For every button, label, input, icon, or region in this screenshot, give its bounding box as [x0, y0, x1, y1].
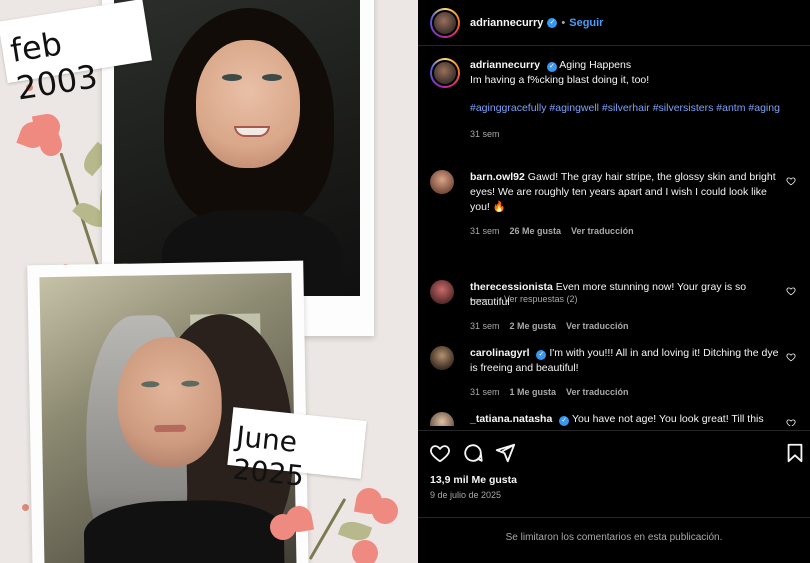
like-heart-icon[interactable]	[429, 442, 451, 464]
header-username[interactable]: adriannecurry	[470, 17, 543, 29]
comment-likes[interactable]: 26 Me gusta	[510, 224, 562, 239]
verified-icon: ✓	[546, 62, 557, 72]
post-header: adriannecurry ✓ • Seguir	[418, 0, 810, 46]
photo-2003	[114, 0, 360, 296]
translate-link[interactable]: Ver traducción	[571, 224, 634, 239]
comment-username[interactable]: carolinagyrl	[470, 347, 530, 359]
caption-hashtags[interactable]: #aginggracefully #agingwell #silverhair …	[470, 101, 780, 116]
avatar[interactable]	[430, 280, 454, 304]
comment-item: carolinagyrl ✓ I'm with you!!! All in an…	[430, 346, 810, 400]
heart-icon[interactable]	[786, 418, 796, 426]
avatar[interactable]	[430, 58, 460, 88]
translate-link[interactable]: Ver traducción	[566, 385, 629, 400]
heart-icon[interactable]	[786, 352, 796, 362]
share-send-icon[interactable]	[494, 442, 516, 464]
comments-scroll-area[interactable]: adriannecurry ✓ Aging Happens Im having …	[418, 46, 810, 426]
caption-username[interactable]: adriannecurry	[470, 59, 540, 71]
post-image[interactable]: feb 2003 June 2025	[0, 0, 418, 563]
avatar[interactable]	[430, 7, 460, 38]
translate-link[interactable]: Ver traducción	[566, 319, 629, 334]
avatar[interactable]	[430, 346, 454, 370]
verified-icon: ✓	[559, 416, 570, 426]
post-caption: adriannecurry ✓ Aging Happens Im having …	[430, 58, 800, 142]
heart-icon[interactable]	[786, 286, 796, 296]
comment-item: therecessionista Even more stunning now!…	[430, 280, 810, 334]
avatar[interactable]	[430, 170, 454, 194]
caption-text: Im having a f%cking blast doing it, too!	[470, 74, 650, 86]
comment-username[interactable]: _tatiana.natasha	[470, 413, 552, 425]
verified-icon: ✓	[547, 17, 558, 28]
decor-dot	[22, 504, 29, 511]
comment-username[interactable]: therecessionista	[470, 281, 553, 293]
separator: •	[561, 16, 566, 29]
likes-count[interactable]: 13,9 mil Me gusta	[430, 474, 517, 486]
comment-username[interactable]: barn.owl92	[470, 171, 525, 183]
comment-time: 31 sem	[470, 226, 500, 236]
comment-time: 31 sem	[470, 321, 500, 331]
follow-button[interactable]: Seguir	[569, 17, 603, 29]
comment-item: barn.owl92 Gawd! The gray hair stripe, t…	[430, 170, 810, 239]
comment-likes[interactable]: 1 Me gusta	[510, 385, 557, 400]
caption-time: 31 sem	[470, 129, 500, 139]
post-details-panel: adriannecurry ✓ • Seguir adriannecurry ✓…	[418, 0, 810, 563]
avatar[interactable]	[430, 412, 454, 426]
comment-likes[interactable]: 2 Me gusta	[510, 319, 557, 334]
bookmark-icon[interactable]	[784, 442, 806, 464]
comment-item: _tatiana.natasha ✓ You have not age! You…	[430, 412, 810, 426]
comment-time: 31 sem	[470, 387, 500, 397]
action-bar	[418, 430, 810, 470]
comment-icon[interactable]	[462, 442, 484, 464]
caption-title: Aging Happens	[559, 59, 632, 71]
post-date: 9 de julio de 2025	[430, 490, 502, 500]
comments-limited-notice: Se limitaron los comentarios en esta pub…	[418, 517, 810, 563]
date-label-2025: June 2025	[227, 407, 367, 493]
comment-text: You have not age! You look great! Till t…	[571, 413, 764, 425]
verified-icon: ✓	[536, 350, 547, 360]
heart-icon[interactable]	[786, 176, 796, 186]
